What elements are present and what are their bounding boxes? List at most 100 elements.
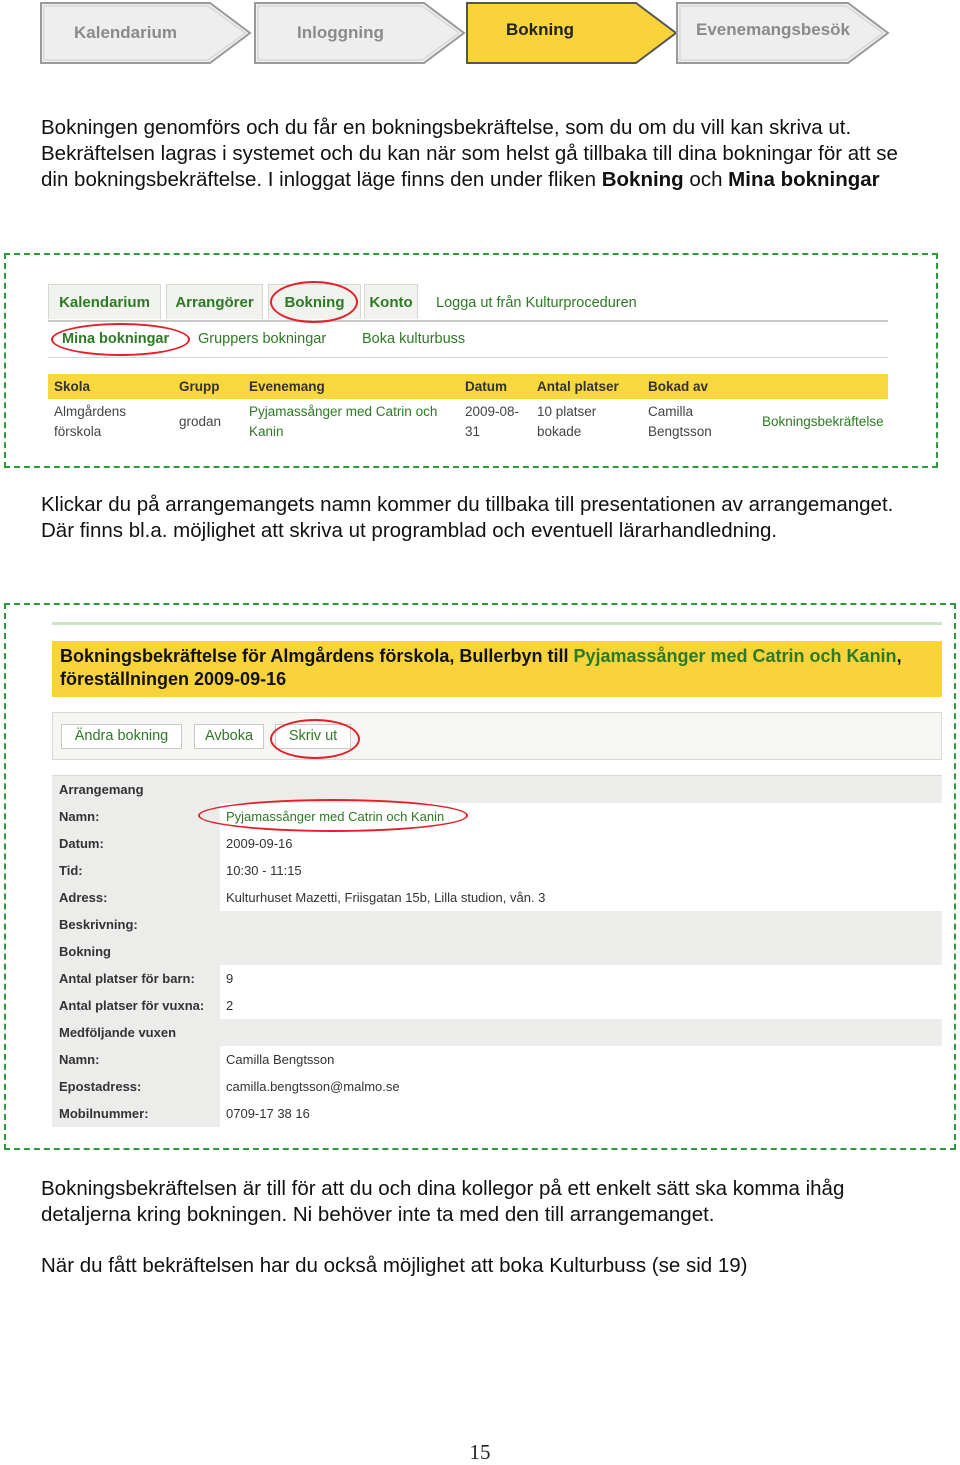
- detail-label: Datum:: [52, 830, 220, 857]
- intro-term-mina-bokningar: Mina bokningar: [728, 168, 880, 191]
- cell-evenemang-link[interactable]: Pyjamassånger med Catrin och Kanin: [249, 402, 437, 442]
- step-label: Kalendarium: [74, 23, 177, 42]
- cell-line: Pyjamassånger med Catrin och: [249, 404, 438, 419]
- detail-label: Mobilnummer:: [52, 1100, 220, 1127]
- detail-label: Antal platser för barn:: [52, 965, 220, 992]
- detail-row: Mobilnummer: 0709-17 38 16: [52, 1100, 942, 1127]
- column-header: Evenemang: [249, 379, 325, 394]
- detail-row: Beskrivning:: [52, 911, 942, 938]
- column-header: Datum: [465, 379, 508, 394]
- intro-joiner: och: [683, 168, 729, 191]
- label-text: Beskrivning:: [59, 917, 138, 932]
- cell-line: förskola: [54, 424, 102, 439]
- label-text: Datum:: [59, 836, 104, 851]
- label-text: Epostadress:: [59, 1079, 142, 1094]
- cell-line: Kanin: [249, 424, 284, 439]
- bookings-table-header: Skola Grupp Evenemang Datum Antal platse…: [48, 374, 888, 399]
- label-text: Mobilnummer:: [59, 1106, 149, 1121]
- tab-arrangorer[interactable]: Arrangörer: [166, 284, 263, 319]
- detail-label: Namn:: [52, 1046, 220, 1073]
- cell-skola: Almgårdens förskola: [54, 402, 126, 442]
- label-text: Antal platser för barn:: [59, 971, 195, 986]
- bokningsbekraftelse-link[interactable]: Bokningsbekräftelse: [762, 412, 884, 432]
- column-header: Skola: [54, 379, 91, 394]
- table-row: Almgårdens förskola grodan Pyjamassånger…: [48, 399, 888, 443]
- section-heading: Arrangemang: [59, 782, 144, 797]
- column-header: Bokad av: [648, 379, 709, 394]
- section-heading: Bokning: [59, 944, 111, 959]
- cell-platser: 10 platser bokade: [537, 402, 596, 442]
- detail-value: 2009-09-16: [226, 836, 293, 851]
- detail-value: 2: [226, 998, 234, 1013]
- column-header: Grupp: [179, 379, 220, 394]
- title-part: Bokningsbekräftelse för Almgårdens försk…: [60, 646, 574, 666]
- intro-term-bokning: Bokning: [601, 168, 684, 191]
- section-bokning: Bokning: [52, 938, 942, 965]
- section-arrangemang: Arrangemang: [52, 776, 942, 803]
- logout-link[interactable]: Logga ut från Kulturproceduren: [436, 284, 637, 319]
- confirmation-top-line: [52, 622, 942, 625]
- cell-line: Bengtsson: [648, 424, 712, 439]
- detail-value: 9: [226, 971, 234, 986]
- detail-label: Beskrivning:: [52, 911, 220, 938]
- middle-paragraph: Klickar du på arrangemangets namn kommer…: [41, 493, 894, 542]
- highlight-circle-bokning: [270, 281, 358, 323]
- detail-label: Namn:: [52, 803, 220, 830]
- highlight-circle-event-name: [198, 799, 468, 832]
- detail-row: Tid: 10:30 - 11:15: [52, 857, 942, 884]
- detail-value: camilla.bengtsson@malmo.se: [226, 1079, 400, 1094]
- cell-line: 2009-08-: [465, 404, 520, 419]
- label-text: Antal platser för vuxna:: [59, 998, 205, 1013]
- section-medfoljande-vuxen: Medföljande vuxen: [52, 1019, 942, 1046]
- step-label: Bokning: [506, 20, 574, 39]
- detail-value: Camilla Bengtsson: [226, 1052, 335, 1067]
- cell-bokad-av: Camilla Bengtsson: [648, 402, 712, 442]
- intro-paragraph: Bokningen genomförs och du får en boknin…: [41, 115, 921, 193]
- highlight-circle-skriv-ut: [270, 719, 360, 759]
- edit-booking-button[interactable]: Ändra bokning: [61, 724, 182, 749]
- detail-value: Kulturhuset Mazetti, Friisgatan 15b, Lil…: [226, 890, 546, 905]
- highlight-circle-mina-bokningar: [51, 323, 190, 356]
- step-kalendarium: Kalendarium: [40, 2, 252, 64]
- cell-line: 31: [465, 424, 481, 439]
- step-progress: Kalendarium Inloggning Bokning Evenemang…: [40, 2, 890, 68]
- cell-line: Almgårdens: [54, 404, 127, 419]
- cell-line: 10 platser: [537, 404, 597, 419]
- detail-value: 10:30 - 11:15: [226, 863, 302, 878]
- detail-label: Antal platser för vuxna:: [52, 992, 220, 1019]
- detail-label: Adress:: [52, 884, 220, 911]
- page-number: 15: [469, 1440, 491, 1464]
- booking-details: Arrangemang Namn: Pyjamassånger med Catr…: [52, 775, 942, 1127]
- label-text: Namn:: [59, 1052, 100, 1067]
- title-event-link[interactable]: Pyjamassånger med Catrin och Kanin: [573, 646, 896, 666]
- subnav-gruppers-bokningar[interactable]: Gruppers bokningar: [198, 322, 326, 356]
- section-heading: Medföljande vuxen: [59, 1025, 177, 1040]
- cell-datum: 2009-08- 31: [465, 402, 519, 442]
- tab-kalendarium[interactable]: Kalendarium: [48, 284, 161, 319]
- step-bokning: Bokning: [466, 2, 678, 64]
- column-header: Antal platser: [537, 379, 619, 394]
- detail-row: Adress: Kulturhuset Mazetti, Friisgatan …: [52, 884, 942, 911]
- subnav-divider: [48, 357, 888, 358]
- step-label: Inloggning: [297, 23, 384, 42]
- detail-label: Tid:: [52, 857, 220, 884]
- closing-paragraph-1: Bokningsbekräftelsen är till för att du …: [41, 1177, 845, 1226]
- step-evenemangsbesok: Evenemangsbesök: [676, 2, 890, 64]
- cancel-booking-button[interactable]: Avboka: [194, 724, 264, 749]
- subnav-boka-kulturbuss[interactable]: Boka kulturbuss: [362, 322, 465, 356]
- label-text: Namn:: [59, 809, 100, 824]
- label-text: Adress:: [59, 890, 108, 905]
- action-bar: Ändra bokning Avboka Skriv ut: [52, 712, 942, 760]
- tab-konto[interactable]: Konto: [364, 284, 418, 319]
- detail-label: Epostadress:: [52, 1073, 220, 1100]
- detail-row: Antal platser för vuxna: 2: [52, 992, 942, 1019]
- confirmation-title: Bokningsbekräftelse för Almgårdens försk…: [60, 645, 935, 691]
- confirmation-banner: Bokningsbekräftelse för Almgårdens försk…: [52, 641, 942, 697]
- step-label: Evenemangsbesök: [696, 20, 851, 39]
- detail-value: 0709-17 38 16: [226, 1106, 310, 1121]
- detail-row: Datum: 2009-09-16: [52, 830, 942, 857]
- cell-grupp: grodan: [179, 414, 222, 429]
- cell-line: Camilla: [648, 404, 694, 419]
- label-text: Tid:: [59, 863, 83, 878]
- main-nav: Kalendarium Arrangörer Bokning Konto Log…: [48, 284, 888, 322]
